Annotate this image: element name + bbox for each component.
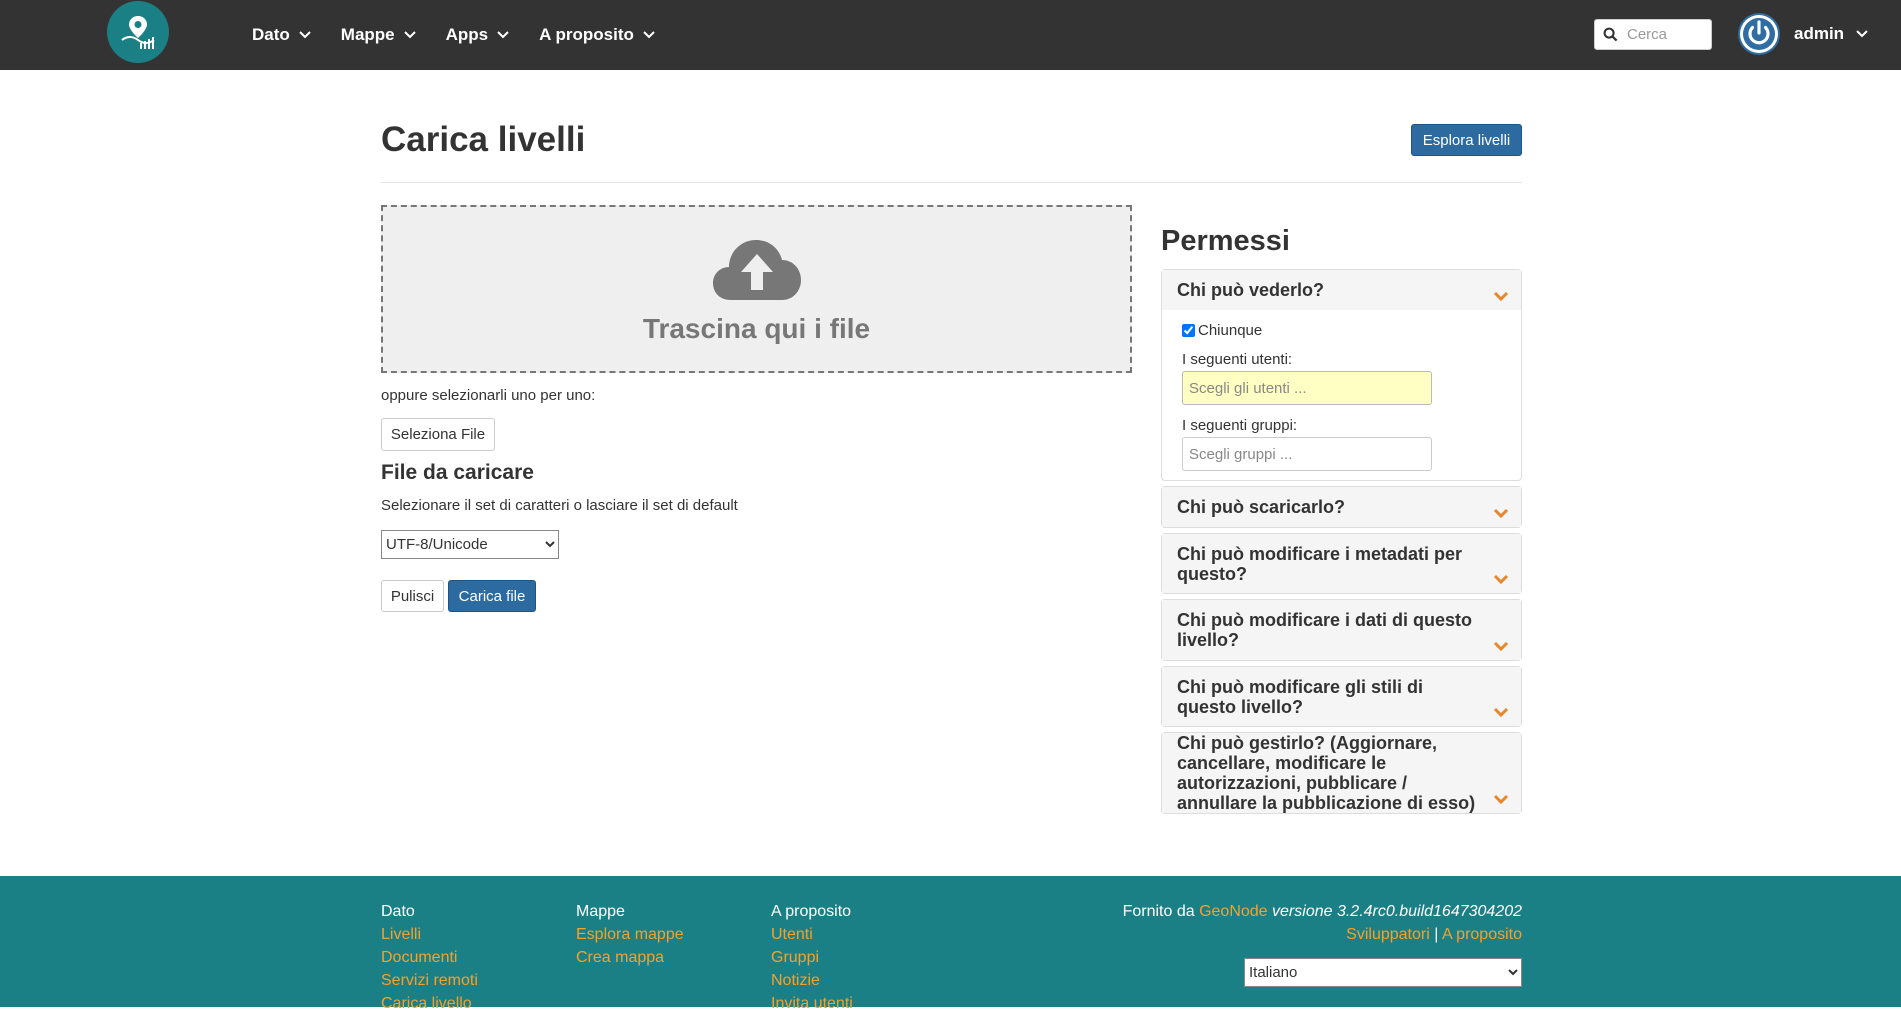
title-divider (381, 182, 1522, 183)
explore-layers-button[interactable]: Esplora livelli (1411, 124, 1522, 156)
groups-select-input[interactable] (1182, 437, 1432, 471)
footer-col-about-head: A proposito (771, 903, 852, 920)
user-menu[interactable]: admin (1738, 13, 1868, 55)
chevron-down-icon (1493, 574, 1509, 584)
groups-label: I seguenti gruppi: (1182, 417, 1298, 434)
chevron-down-icon (299, 31, 311, 39)
clear-button[interactable]: Pulisci (381, 580, 444, 612)
footer-link-servizi-remoti[interactable]: Servizi remoti (381, 969, 478, 992)
footer-col-dato-head: Dato (381, 903, 415, 920)
developers-link[interactable]: Sviluppatori (1346, 926, 1430, 943)
search-box (1594, 19, 1712, 50)
footer (0, 876, 1901, 1007)
chevron-down-icon (1493, 508, 1509, 518)
permission-heading-edit-data[interactable]: Chi può modificare i dati di questo live… (1162, 600, 1521, 660)
permission-panel-edit-styles: Chi può modificare gli stili di questo l… (1161, 666, 1522, 727)
nav-mappe[interactable]: Mappe (341, 25, 416, 45)
permission-panel-download: Chi può scaricarlo? (1161, 486, 1522, 528)
footer-col-about: A proposito Utenti Gruppi Notizie Invita… (771, 900, 853, 1015)
permission-panel-view: Chi può vederlo? Chiunque I seguenti ute… (1161, 269, 1522, 481)
users-label: I seguenti utenti: (1182, 351, 1293, 368)
dropzone-label: Trascina qui i file (642, 312, 871, 344)
users-select-input[interactable] (1182, 371, 1432, 405)
chevron-down-icon (403, 31, 416, 39)
permission-heading-edit-metadata-label: Chi può modificare i metadati per questo… (1177, 543, 1463, 584)
geonode-logo-icon[interactable] (107, 1, 169, 63)
chevron-down-icon (643, 31, 655, 39)
footer-link-esplora-mappe[interactable]: Esplora mappe (576, 923, 684, 946)
footer-links-line: Sviluppatori | A proposito (1123, 923, 1522, 946)
nav-apps[interactable]: Apps (446, 25, 510, 45)
nav-dato[interactable]: Dato (252, 25, 311, 45)
geonode-link[interactable]: GeoNode (1199, 903, 1268, 920)
charset-hint: Selezionare il set di caratteri o lascia… (381, 497, 738, 514)
footer-link-invita-utenti[interactable]: Invita utenti (771, 992, 853, 1015)
footer-link-utenti[interactable]: Utenti (771, 923, 853, 946)
permission-heading-edit-styles-label: Chi può modificare gli stili di questo l… (1177, 676, 1424, 717)
charset-select[interactable]: UTF-8/Unicode (381, 530, 559, 559)
chevron-down-icon (497, 31, 509, 39)
chevron-down-icon (1493, 707, 1509, 717)
top-navbar: Dato Mappe Apps A proposito Cerca admin (0, 0, 1901, 70)
chevron-down-icon (1493, 794, 1509, 804)
permission-panel-edit-data: Chi può modificare i dati di questo live… (1161, 599, 1522, 661)
file-dropzone[interactable]: Trascina qui i file (381, 205, 1132, 373)
permission-panel-edit-metadata: Chi può modificare i metadati per questo… (1161, 533, 1522, 594)
anyone-checkbox[interactable] (1182, 324, 1195, 337)
upload-files-button[interactable]: Carica file (448, 580, 536, 612)
anyone-label: Chiunque (1198, 322, 1263, 339)
permission-heading-view[interactable]: Chi può vederlo? (1162, 270, 1521, 310)
search-input[interactable] (1625, 25, 1709, 44)
footer-link-carica-livello[interactable]: Carica livello (381, 992, 478, 1015)
footer-link-notizie[interactable]: Notizie (771, 969, 853, 992)
footer-link-gruppi[interactable]: Gruppi (771, 946, 853, 969)
permission-heading-manage[interactable]: Chi può gestirlo? (Aggiornare, cancellar… (1162, 733, 1521, 813)
footer-col-dato: Dato Livelli Documenti Servizi remoti Ca… (381, 900, 478, 1015)
select-hint: oppure selezionarli uno per uno: (381, 387, 596, 404)
language-select[interactable]: Italiano (1244, 958, 1522, 987)
footer-col-mappe-head: Mappe (576, 903, 625, 920)
nav-dato-label: Dato (252, 25, 290, 44)
footer-link-documenti[interactable]: Documenti (381, 946, 478, 969)
permission-heading-edit-metadata[interactable]: Chi può modificare i metadati per questo… (1162, 534, 1521, 593)
permission-heading-download-label: Chi può scaricarlo? (1177, 497, 1346, 517)
permission-heading-download[interactable]: Chi può scaricarlo? (1162, 487, 1521, 527)
permission-heading-edit-styles[interactable]: Chi può modificare gli stili di questo l… (1162, 667, 1521, 726)
cloud-upload-icon (711, 234, 803, 307)
permission-heading-view-label: Chi può vederlo? (1177, 280, 1325, 300)
permission-body-view: Chiunque I seguenti utenti: I seguenti g… (1162, 310, 1521, 480)
page-title: Carica livelli (381, 120, 586, 159)
footer-col-mappe: Mappe Esplora mappe Crea mappa (576, 900, 684, 969)
footer-separator: | (1434, 926, 1439, 943)
nav-a-proposito[interactable]: A proposito (539, 25, 655, 45)
footer-link-livelli[interactable]: Livelli (381, 923, 478, 946)
footer-credits: Fornito da GeoNode versione 3.2.4rc0.bui… (1123, 900, 1522, 946)
anyone-checkbox-row[interactable]: Chiunque (1182, 322, 1501, 339)
files-section-title: File da caricare (381, 461, 534, 484)
power-icon (1738, 13, 1780, 55)
permission-heading-manage-label: Chi può gestirlo? (Aggiornare, cancellar… (1177, 733, 1476, 813)
permission-panel-manage: Chi può gestirlo? (Aggiornare, cancellar… (1161, 732, 1522, 814)
version-text: versione 3.2.4rc0.build1647304202 (1272, 903, 1522, 920)
main-menu: Dato Mappe Apps A proposito (252, 0, 685, 70)
permission-heading-edit-data-label: Chi può modificare i dati di questo live… (1177, 610, 1473, 650)
chevron-down-icon (1493, 641, 1509, 651)
nav-mappe-label: Mappe (340, 25, 395, 44)
nav-apps-label: Apps (445, 25, 489, 44)
permissions-title: Permessi (1161, 225, 1290, 257)
powered-by-text: Fornito da (1122, 903, 1195, 920)
username: admin (1794, 24, 1845, 43)
search-icon[interactable] (1595, 27, 1625, 42)
select-files-button[interactable]: Seleziona File (381, 418, 495, 451)
chevron-down-icon (1493, 291, 1509, 301)
footer-about-link[interactable]: A proposito (1442, 926, 1522, 943)
nav-a-proposito-label: A proposito (539, 25, 634, 44)
footer-powered-line: Fornito da GeoNode versione 3.2.4rc0.bui… (1123, 900, 1522, 923)
footer-link-crea-mappa[interactable]: Crea mappa (576, 946, 684, 969)
chevron-down-icon (1856, 30, 1868, 38)
